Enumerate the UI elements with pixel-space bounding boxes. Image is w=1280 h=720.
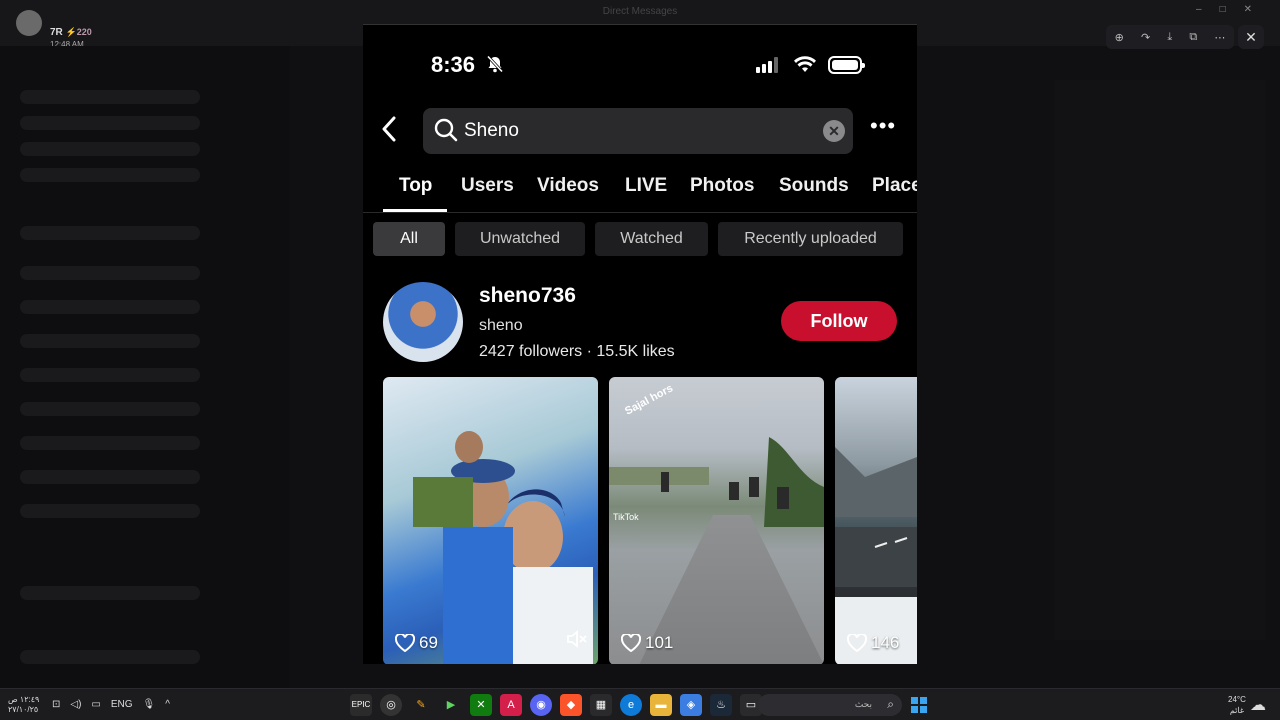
search-input[interactable]: Sheno	[464, 120, 519, 142]
taskbar-clock[interactable]: ١٢:٤٩ ص ٢٧/١٠/٢٥	[8, 695, 39, 715]
status-time: 8:36	[431, 52, 476, 77]
forward-icon[interactable]: ↷	[1141, 31, 1150, 44]
wifi-icon	[793, 55, 817, 78]
volume-icon[interactable]: ◁)	[70, 699, 81, 710]
profile-nickname: sheno	[479, 317, 523, 334]
back-button[interactable]	[381, 116, 397, 147]
avatar	[16, 10, 42, 36]
profile-username[interactable]: sheno736	[479, 284, 576, 308]
tab-photos[interactable]: Photos	[690, 175, 754, 197]
folder-icon[interactable]: ▬	[650, 694, 672, 716]
notification-icon[interactable]: ⊡	[52, 699, 60, 710]
tab-users[interactable]: Users	[461, 175, 514, 197]
search-icon	[433, 117, 459, 143]
signal-icon	[756, 57, 778, 73]
tab-places[interactable]: Place	[872, 175, 917, 197]
system-tray: ⊡ ◁) ▭ ENG 🎙 ^	[52, 699, 170, 710]
app-icon-2[interactable]: ◈	[680, 694, 702, 716]
network-icon[interactable]: ▭	[91, 699, 100, 710]
windows-start-icon[interactable]	[911, 697, 927, 713]
discord-icon[interactable]: ◉	[530, 694, 552, 716]
edge-icon[interactable]: e	[620, 694, 642, 716]
more-options-button[interactable]: •••	[870, 115, 896, 137]
bell-off-icon	[486, 55, 504, 78]
filter-all[interactable]: All	[373, 222, 445, 256]
zoom-icon[interactable]: ⊕	[1115, 31, 1124, 44]
open-external-icon[interactable]: ⧉	[1189, 31, 1197, 44]
tiktok-watermark: TikTok	[613, 512, 639, 522]
video-thumbnail[interactable]: 146	[835, 377, 917, 664]
taskbar: ١٢:٤٩ ص ٢٧/١٠/٢٥ ⊡ ◁) ▭ ENG 🎙 ^ EPIC ◎ ✎…	[0, 688, 1280, 720]
mute-icon[interactable]	[566, 630, 588, 653]
search-bar[interactable]: Sheno ✕	[423, 108, 853, 154]
chevron-up-icon[interactable]: ^	[165, 699, 170, 710]
taskbar-search[interactable]: بحث ⌕	[758, 694, 902, 716]
tab-videos[interactable]: Videos	[537, 175, 599, 197]
app-icon[interactable]: ✎	[410, 694, 432, 716]
acrobat-icon[interactable]: A	[500, 694, 522, 716]
follow-button[interactable]: Follow	[781, 301, 897, 341]
tab-top[interactable]: Top	[399, 175, 432, 197]
filter-watched[interactable]: Watched	[595, 222, 708, 256]
language-indicator[interactable]: ENG	[111, 699, 133, 710]
clear-search-button[interactable]: ✕	[823, 120, 845, 142]
tab-live[interactable]: LIVE	[625, 175, 667, 197]
chatgpt-icon[interactable]: ◎	[380, 694, 402, 716]
search-tabs: Top Users Videos LIVE Photos Sounds Plac…	[363, 175, 917, 213]
download-icon[interactable]: ⤓	[1167, 31, 1172, 44]
video-likes: 146	[847, 633, 899, 653]
taskbar-apps: EPIC ◎ ✎ ▶ ✕ A ◉ ◆ ▦ e ▬ ◈ ♨ ▭	[350, 694, 762, 716]
epic-games-icon[interactable]: EPIC	[350, 694, 372, 716]
xbox-icon[interactable]: ✕	[470, 694, 492, 716]
video-thumbnail[interactable]: Sajal hors TikTok 101	[609, 377, 824, 664]
close-viewer-button[interactable]: ✕	[1238, 25, 1264, 49]
window-controls[interactable]: –□✕	[1196, 4, 1270, 15]
search-placeholder: بحث	[854, 699, 872, 709]
brave-icon[interactable]: ◆	[560, 694, 582, 716]
weather-widget[interactable]: 24°C غائم	[1228, 694, 1246, 716]
window-title: Direct Messages	[602, 6, 678, 17]
cloud-icon: ☁	[1250, 697, 1266, 714]
play-icon[interactable]: ▶	[440, 694, 462, 716]
video-thumbnail[interactable]: 69	[383, 377, 598, 664]
profile-avatar[interactable]	[383, 282, 463, 362]
filter-unwatched[interactable]: Unwatched	[455, 222, 585, 256]
filter-recently-uploaded[interactable]: Recently uploaded	[718, 222, 903, 256]
search-icon: ⌕	[887, 697, 894, 711]
video-likes: 69	[395, 633, 438, 653]
media-viewer-toolbar[interactable]: ⊕ ↷ ⤓ ⧉ ⋯	[1106, 25, 1234, 49]
video-likes: 101	[621, 633, 673, 653]
profile-stats: 2427 followers · 15.5K likes	[479, 343, 675, 360]
background-sidebar	[0, 46, 290, 688]
active-tab-indicator	[383, 209, 447, 212]
more-icon[interactable]: ⋯	[1214, 31, 1225, 44]
steam-icon[interactable]: ♨	[710, 694, 732, 716]
user-name: 7R ⚡220	[50, 27, 92, 38]
phone-screenshot: 8:36 Sheno ✕ ••• Top Users Videos LIVE P…	[363, 24, 917, 664]
battery-icon	[828, 56, 865, 74]
store-icon[interactable]: ▦	[590, 694, 612, 716]
background-profile-panel	[1055, 80, 1265, 640]
tab-sounds[interactable]: Sounds	[779, 175, 849, 197]
mic-icon[interactable]: 🎙	[143, 699, 156, 710]
